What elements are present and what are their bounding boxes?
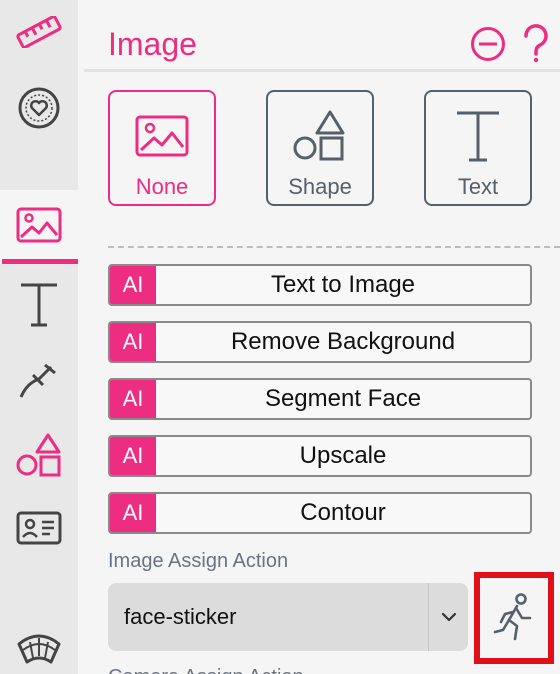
text-icon	[21, 283, 57, 327]
text-to-image-button[interactable]: AI Text to Image	[108, 264, 532, 306]
ai-action-label: Upscale	[299, 442, 387, 469]
ai-action-label: Contour	[300, 499, 386, 526]
rail-item-image[interactable]	[0, 190, 78, 264]
run-action-button[interactable]	[474, 572, 554, 664]
help-button[interactable]	[518, 24, 554, 64]
page-title: Image	[108, 26, 197, 62]
rail-item-curved-text[interactable]	[0, 626, 78, 670]
contour-button[interactable]: AI Contour	[108, 492, 532, 534]
type-text-button[interactable]: Text	[424, 90, 532, 206]
image-icon	[16, 207, 62, 243]
rail-item-tools[interactable]	[0, 356, 78, 406]
ai-badge: AI	[110, 323, 156, 361]
assign-action-value: face-sticker	[124, 604, 237, 629]
section-divider	[108, 246, 560, 248]
question-icon	[524, 24, 548, 63]
ai-action-label: Remove Background	[230, 328, 456, 355]
minus-circle-icon	[471, 27, 505, 61]
assign-action-select[interactable]: face-sticker	[108, 583, 468, 651]
id-card-icon	[16, 511, 62, 545]
image-icon	[135, 115, 189, 157]
ai-badge: AI	[110, 380, 156, 418]
segment-face-button[interactable]: AI Segment Face	[108, 378, 532, 420]
type-shape-button[interactable]: Shape	[266, 90, 374, 206]
curved-text-icon	[17, 634, 61, 664]
panel-header: Image	[84, 0, 560, 72]
upscale-button[interactable]: AI Upscale	[108, 435, 532, 477]
rail-item-shapes[interactable]	[0, 430, 78, 480]
rail-item-id-card[interactable]	[0, 506, 78, 550]
rail-item-badge[interactable]	[0, 84, 78, 132]
collapse-button[interactable]	[470, 24, 506, 64]
rail-item-ruler[interactable]	[0, 10, 78, 54]
ai-badge: AI	[110, 437, 156, 475]
heart-badge-icon	[18, 87, 60, 129]
tool-rail	[0, 0, 78, 674]
dropdown-toggle[interactable]	[428, 583, 468, 651]
assign-action-label: Image Assign Action	[108, 550, 289, 572]
ai-badge: AI	[110, 266, 156, 304]
remove-background-button[interactable]: AI Remove Background	[108, 321, 532, 363]
ai-action-label: Segment Face	[264, 385, 422, 412]
running-person-icon	[493, 593, 532, 641]
rail-item-text[interactable]	[0, 278, 78, 330]
image-panel: Image None Shape Text AI Text to Image A…	[78, 0, 560, 674]
text-icon	[457, 111, 499, 162]
camera-assign-action-label: Camera Assign Action	[108, 666, 304, 674]
type-text-label: Text	[457, 174, 499, 199]
type-shape-label: Shape	[288, 174, 352, 199]
chevron-down-icon	[441, 612, 456, 622]
tools-icon	[19, 363, 56, 398]
ruler-icon	[16, 16, 62, 48]
ai-badge: AI	[110, 494, 156, 532]
shapes-icon	[293, 110, 345, 161]
shapes-icon	[16, 433, 61, 477]
ai-action-label: Text to Image	[270, 271, 416, 298]
type-none-button[interactable]: None	[108, 90, 216, 206]
type-none-label: None	[135, 174, 189, 199]
